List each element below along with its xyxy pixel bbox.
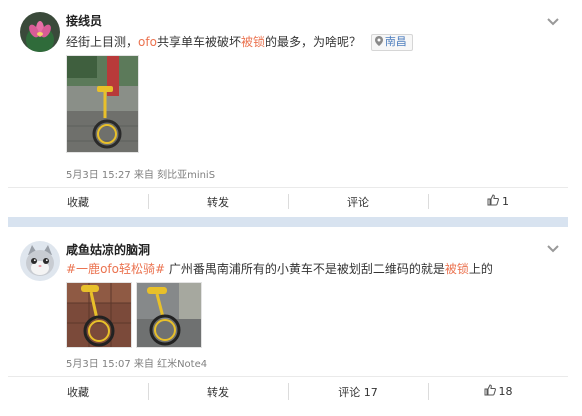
- comment-label: 评论 17: [338, 385, 378, 399]
- topic-open: #一鹿: [66, 262, 101, 276]
- post-photo[interactable]: [66, 55, 139, 153]
- topic-close: 轻松骑#: [118, 262, 166, 276]
- post-card: 接线员 经街上目测，ofo共享单车被破坏被锁的最多，为啥呢？ 南昌 5月3日 1…: [8, 0, 568, 214]
- keyword-link[interactable]: 被锁: [241, 35, 265, 49]
- lotus-avatar-icon: [20, 12, 60, 52]
- post-text: #一鹿ofo轻松骑# 广州番禺南浦所有的小黄车不是被划刮二维码的就是被锁上的: [66, 261, 493, 277]
- topic-keyword: ofo: [100, 262, 119, 276]
- like-button[interactable]: 1: [428, 188, 568, 215]
- post-card: 咸鱼姑凉的脑洞 #一鹿ofo轻松骑# 广州番禺南浦所有的小黄车不是被划刮二维码的…: [8, 231, 568, 416]
- post-photo[interactable]: [136, 282, 202, 348]
- text-segment: 的最多，为啥呢？: [264, 35, 361, 49]
- location-label: 南昌: [384, 35, 407, 48]
- action-bar: 收藏 转发 评论 17 18: [8, 376, 568, 406]
- topic-link[interactable]: #一鹿ofo轻松骑#: [66, 262, 165, 276]
- like-count: 1: [502, 195, 509, 208]
- favorite-button[interactable]: 收藏: [8, 188, 148, 215]
- location-pin-icon: [374, 36, 383, 50]
- favorite-label: 收藏: [67, 385, 89, 399]
- favorite-button[interactable]: 收藏: [8, 377, 148, 406]
- cat-avatar-icon: [20, 241, 60, 281]
- text-segment: 上的: [468, 262, 493, 276]
- comment-button[interactable]: 评论 17: [288, 377, 428, 406]
- comment-button[interactable]: 评论: [288, 188, 428, 215]
- chevron-down-icon[interactable]: [546, 239, 560, 253]
- post-photo[interactable]: [66, 282, 132, 348]
- post-text: 经街上目测，ofo共享单车被破坏被锁的最多，为啥呢？ 南昌: [66, 34, 413, 51]
- text-segment: 共享单车被破坏: [156, 35, 241, 49]
- repost-label: 转发: [207, 195, 229, 209]
- repost-button[interactable]: 转发: [148, 377, 288, 406]
- comment-label: 评论: [347, 195, 369, 209]
- repost-label: 转发: [207, 385, 229, 399]
- post-timestamp-source[interactable]: 5月3日 15:07 来自 红米Note4: [66, 355, 207, 370]
- thumbs-up-icon: [484, 384, 496, 399]
- keyword-link[interactable]: ofo: [138, 35, 157, 49]
- like-button[interactable]: 18: [428, 377, 568, 406]
- weibo-feed: 接线员 经街上目测，ofo共享单车被破坏被锁的最多，为啥呢？ 南昌 5月3日 1…: [0, 0, 582, 416]
- text-segment: 经街上目测，: [66, 35, 139, 49]
- thumbs-up-icon: [487, 194, 499, 209]
- author-avatar[interactable]: [20, 241, 60, 281]
- author-name[interactable]: 接线员: [66, 12, 102, 29]
- like-count: 18: [498, 385, 513, 398]
- favorite-label: 收藏: [67, 195, 89, 209]
- location-tag[interactable]: 南昌: [370, 34, 413, 51]
- author-name[interactable]: 咸鱼姑凉的脑洞: [66, 241, 150, 258]
- action-bar: 收藏 转发 评论 1: [8, 187, 568, 215]
- chevron-down-icon[interactable]: [546, 12, 560, 26]
- author-avatar[interactable]: [20, 12, 60, 52]
- repost-button[interactable]: 转发: [148, 188, 288, 215]
- feed-divider: [8, 217, 568, 227]
- post-timestamp-source[interactable]: 5月3日 15:27 来自 刻比亚miniS: [66, 166, 215, 181]
- keyword-link[interactable]: 被锁: [445, 262, 469, 276]
- text-segment: 广州番禺南浦所有的小黄车不是被划刮二维码的就是: [165, 262, 445, 276]
